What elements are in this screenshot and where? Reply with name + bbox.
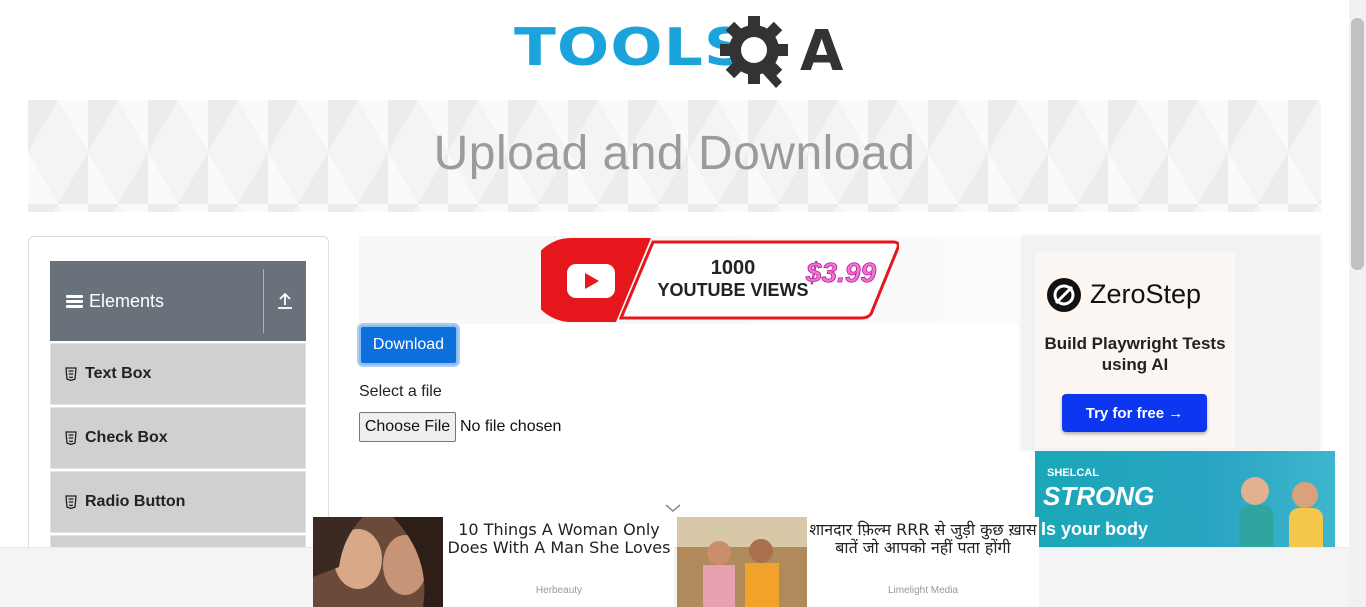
page-banner: Upload and Download [28, 100, 1321, 212]
sidebar: Elements Text Box Check Box Radio Button [28, 236, 329, 566]
zerostep-brand: ZeroStep [1090, 279, 1202, 309]
youtube-views-ad[interactable]: 1000 YOUTUBE VIEWS $3.99 [541, 238, 899, 322]
zerostep-logo-icon [1047, 278, 1081, 312]
collapse-button[interactable] [264, 261, 306, 341]
ad-line2: YOUTUBE VIEWS [657, 280, 808, 300]
sidebar-item-label: Text Box [85, 365, 152, 382]
divider [263, 269, 264, 333]
shelcal-ad[interactable]: SHELCAL STRONG Is your body [1035, 451, 1335, 547]
file-status: No file chosen [460, 418, 562, 435]
ad-price: $3.99 [805, 257, 876, 288]
sidebar-item-radio-button[interactable]: Radio Button [50, 471, 306, 533]
logo-text: TOOLS [514, 18, 750, 78]
ad-thumbnail [313, 517, 443, 607]
site-logo[interactable]: TOOLS A [514, 14, 844, 94]
try-for-free-button[interactable]: Try for free → [1062, 394, 1207, 432]
people-image [1239, 477, 1323, 547]
html5-icon [65, 495, 77, 509]
shelcal-small: SHELCAL [1047, 467, 1099, 479]
bottom-ad-1[interactable]: 10 Things A Woman Only Does With A Man S… [313, 517, 674, 607]
gear-icon [720, 16, 788, 88]
ad-source: Herbeauty [535, 585, 583, 596]
ad-title: शानदार फ़िल्म RRR से जुड़ी कुछ ख़ास बाते… [809, 520, 1037, 557]
shelcal-line: Is your body [1041, 519, 1149, 539]
upload-icon [278, 292, 292, 309]
sidebar-item-text-box[interactable]: Text Box [50, 343, 306, 405]
ad-source: Limelight Media [887, 585, 959, 596]
scrollbar-thumb[interactable] [1351, 18, 1364, 270]
ad-title: 10 Things A Woman Only Does With A Man S… [447, 520, 671, 557]
page-title: Upload and Download [433, 127, 916, 180]
select-file-label: Select a file [359, 383, 442, 400]
menu-icon [66, 294, 83, 308]
zerostep-text: Build Playwright Tests using AI [1044, 334, 1226, 374]
choose-file-button[interactable]: Choose File [359, 412, 456, 442]
group-title: Elements [89, 290, 165, 311]
sidebar-item-check-box[interactable]: Check Box [50, 407, 306, 469]
logo-suffix: A [800, 19, 844, 84]
html5-icon [65, 431, 77, 445]
page: TOOLS A Upload and Download Elements Tex… [0, 0, 1366, 607]
chevron-down-icon[interactable] [664, 502, 682, 514]
bottom-ad-bar [0, 547, 1349, 607]
sidebar-item-label: Check Box [85, 429, 168, 446]
ad-line1: 1000 [711, 257, 756, 279]
ad-thumbnail [677, 517, 807, 607]
sidebar-item-label: Radio Button [85, 493, 186, 510]
group-title-wrap: Elements [50, 291, 263, 312]
bottom-ad-2[interactable]: शानदार फ़िल्म RRR से जुड़ी कुछ ख़ास बाते… [677, 517, 1039, 607]
html5-icon [65, 367, 77, 381]
group-header-elements[interactable]: Elements [50, 261, 306, 341]
download-button[interactable]: Download [359, 325, 458, 365]
shelcal-big: STRONG [1043, 481, 1155, 511]
